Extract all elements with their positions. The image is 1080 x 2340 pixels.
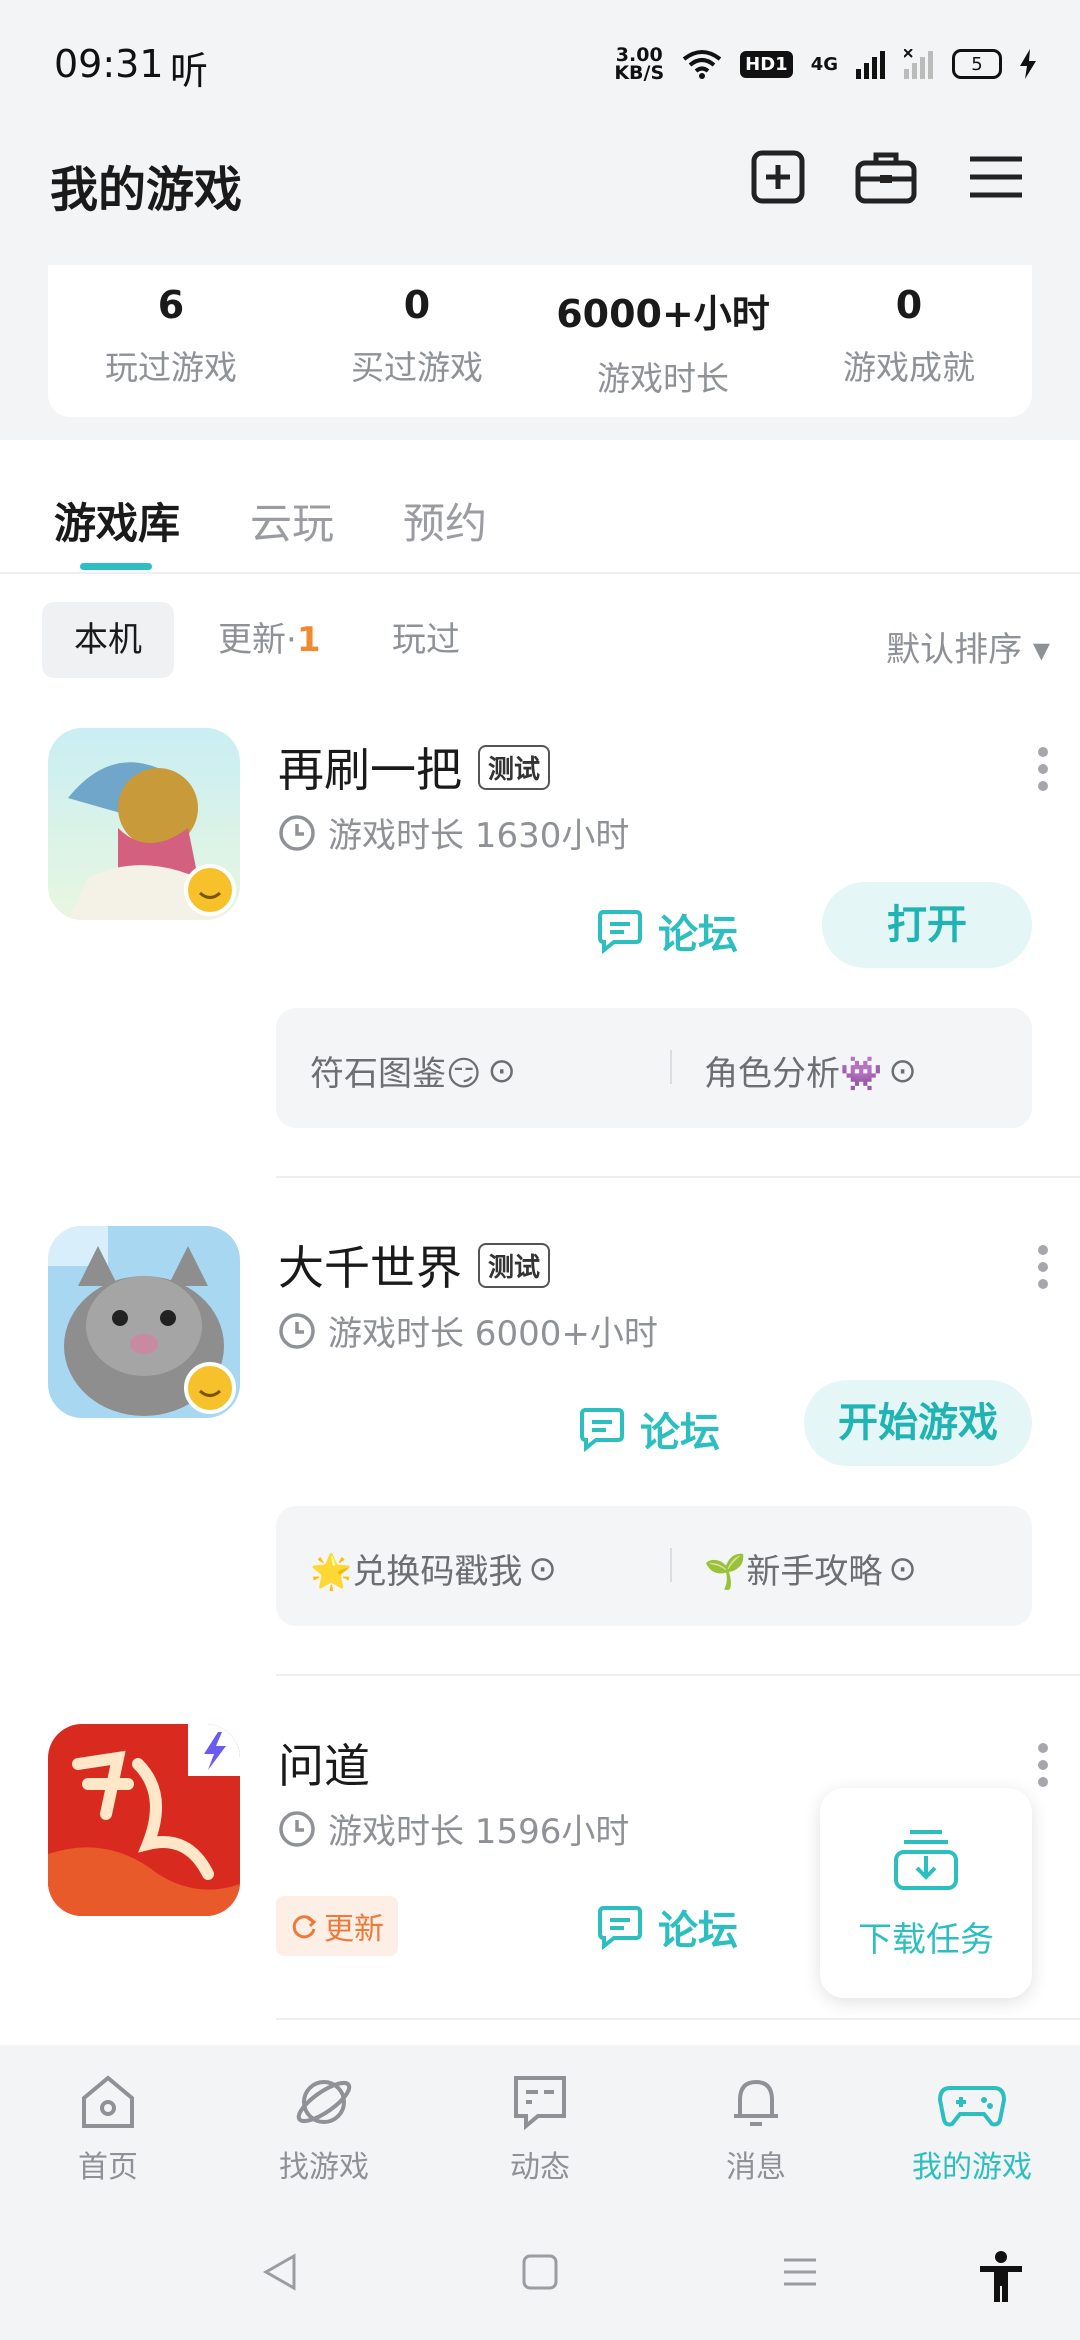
game-icon-wendao[interactable] [48, 1724, 240, 1916]
forum-button[interactable]: 论坛 [596, 902, 738, 960]
accessibility-icon[interactable] [976, 2250, 1026, 2304]
more-options-icon[interactable] [1038, 1736, 1050, 1794]
play-time: 游戏时长 6000+小时 [278, 1306, 658, 1355]
menu-icon[interactable] [964, 145, 1028, 209]
chevron-right-icon: ⊙ [888, 1548, 917, 1589]
divider [276, 1674, 1080, 1676]
game-title[interactable]: 大千世界 测试 [278, 1232, 551, 1298]
stat-bought[interactable]: 0 买过游戏 [294, 265, 540, 417]
stats-card: 6 玩过游戏 0 买过游戏 6000+小时 游戏时长 0 游戏成就 [48, 265, 1032, 417]
tab-indicator [80, 563, 152, 570]
network-speed: 3.00 KB/S [614, 44, 665, 84]
clock-icon [279, 1312, 315, 1349]
tab-cloud[interactable]: 云玩 [250, 490, 334, 551]
gamepad-icon [937, 2086, 1007, 2127]
planet-icon [296, 2080, 352, 2124]
forum-button[interactable]: 论坛 [578, 1400, 720, 1458]
nav-home[interactable]: 首页 [18, 2070, 198, 2186]
quick-link[interactable]: 角色分析👾 ⊙ [704, 1046, 917, 1095]
stat-played[interactable]: 6 玩过游戏 [48, 265, 294, 417]
divider [670, 1050, 672, 1084]
tab-library[interactable]: 游戏库 [54, 490, 180, 551]
test-badge: 测试 [478, 1242, 551, 1288]
filter-played[interactable]: 玩过 [360, 602, 492, 678]
forum-icon [598, 910, 642, 954]
toolbox-icon[interactable] [854, 145, 918, 209]
wifi-icon [682, 50, 722, 79]
message-square-icon [514, 2076, 566, 2131]
signal-icon [856, 51, 885, 79]
open-button[interactable]: 打开 [822, 882, 1032, 968]
quick-link[interactable]: 🌟兑换码戳我 ⊙ [310, 1544, 557, 1593]
download-icon [894, 1830, 958, 1890]
status-extra-text: 听 [170, 49, 209, 93]
forum-icon [580, 1408, 624, 1452]
divider [0, 572, 1080, 574]
back-icon[interactable] [258, 2250, 302, 2294]
recents-icon[interactable] [778, 2250, 822, 2294]
quick-links: 🌟兑换码戳我 ⊙ 🌱新手攻略 ⊙ [276, 1506, 1032, 1626]
sort-dropdown[interactable]: 默认排序 ▾ [886, 622, 1050, 671]
download-tasks-button[interactable]: 下载任务 [820, 1788, 1032, 1998]
filter-local[interactable]: 本机 [42, 602, 174, 678]
quick-link[interactable]: 符石图鉴😏 ⊙ [310, 1046, 516, 1095]
refresh-icon [292, 1915, 317, 1939]
chevron-right-icon: ⊙ [487, 1050, 516, 1091]
tab-reserve[interactable]: 预约 [403, 490, 487, 551]
play-time: 游戏时长 1596小时 [278, 1804, 629, 1853]
start-game-button[interactable]: 开始游戏 [804, 1380, 1032, 1466]
nav-find-games[interactable]: 找游戏 [234, 2070, 414, 2186]
battery-icon: 5 [952, 49, 1002, 79]
network-type: 4G [810, 53, 838, 75]
forum-icon [598, 1906, 642, 1950]
stat-achievements[interactable]: 0 游戏成就 [786, 265, 1032, 417]
clock-icon [279, 814, 315, 851]
forum-button[interactable]: 论坛 [596, 1898, 738, 1956]
page-title: 我的游戏 [50, 162, 243, 218]
more-options-icon[interactable] [1038, 1238, 1050, 1296]
nav-my-games[interactable]: 我的游戏 [882, 2070, 1062, 2186]
divider [276, 1176, 1080, 1178]
update-badge[interactable]: 更新 [276, 1896, 398, 1956]
game-title[interactable]: 问道 [278, 1730, 370, 1796]
clock-icon [279, 1810, 315, 1847]
status-icons: 3.00 KB/S HD1 4G 5 [614, 42, 1036, 86]
chevron-right-icon: ⊙ [888, 1050, 917, 1091]
status-time: 09:31 [54, 42, 164, 86]
hd-icon: HD1 [740, 50, 793, 78]
add-icon[interactable] [746, 145, 810, 209]
game-icon-zaishua[interactable] [48, 728, 240, 920]
signal-off-icon [904, 49, 933, 79]
nav-messages[interactable]: 消息 [666, 2070, 846, 2186]
stat-playtime[interactable]: 6000+小时 游戏时长 [540, 265, 786, 417]
bell-icon [734, 2079, 778, 2126]
divider [276, 2018, 1080, 2020]
game-icon-daqian[interactable] [48, 1226, 240, 1418]
quick-link[interactable]: 🌱新手攻略 ⊙ [704, 1544, 917, 1593]
more-options-icon[interactable] [1038, 740, 1050, 798]
quick-links: 符石图鉴😏 ⊙ 角色分析👾 ⊙ [276, 1008, 1032, 1128]
chevron-right-icon: ⊙ [528, 1548, 557, 1589]
home-icon [82, 2075, 134, 2128]
home-nav-icon[interactable] [518, 2250, 562, 2294]
divider [670, 1548, 672, 1582]
nav-feed[interactable]: 动态 [450, 2070, 630, 2186]
charging-icon [1020, 49, 1036, 79]
filter-updates[interactable]: 更新·1 [186, 602, 352, 678]
test-badge: 测试 [478, 744, 551, 790]
play-time: 游戏时长 1630小时 [278, 808, 629, 857]
game-title[interactable]: 再刷一把 测试 [278, 734, 551, 800]
